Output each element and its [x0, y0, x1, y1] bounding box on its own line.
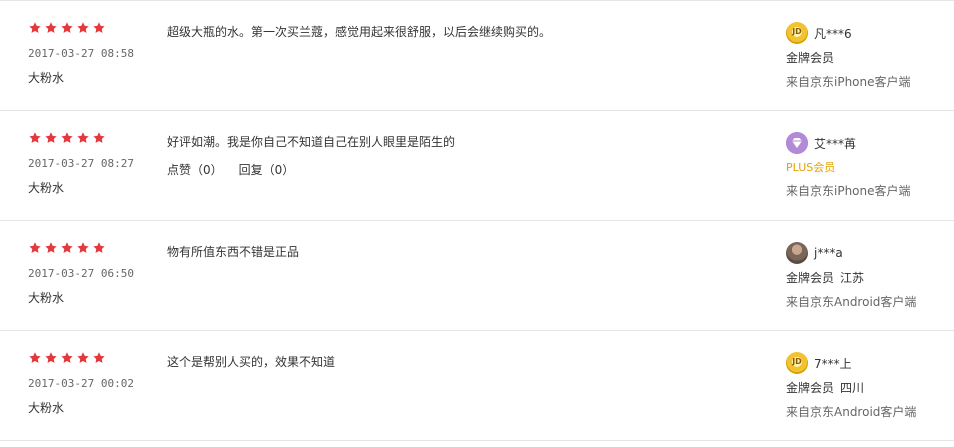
client-source: 来自京东iPhone客户端 — [786, 75, 911, 89]
review-date: 2017-03-27 08:27 — [28, 157, 134, 170]
star-icon — [61, 132, 73, 143]
reviewer-name[interactable]: 艾***苒 — [814, 135, 856, 152]
plus-diamond-icon[interactable] — [786, 132, 808, 154]
star-icon — [77, 242, 89, 253]
star-icon — [93, 242, 105, 253]
star-icon — [61, 352, 73, 363]
reviewer-info: 7***上金牌会员四川来自京东Android客户端 — [786, 351, 946, 420]
star-icon — [61, 242, 73, 253]
star-icon — [29, 352, 41, 363]
review-date: 2017-03-27 00:02 — [28, 377, 134, 390]
reviewer-region: 四川 — [840, 381, 865, 395]
star-icon — [29, 22, 41, 33]
star-rating — [28, 241, 106, 255]
review-item: 2017-03-27 08:58 大粉水 超级大瓶的水。第一次买兰蔻，感觉用起来很舒… — [0, 1, 954, 111]
reviewer-name[interactable]: 凡***6 — [814, 25, 852, 42]
review-actions: 点赞（0） 回复（0） — [167, 161, 294, 178]
reviewer-header: 艾***苒 — [786, 131, 946, 155]
review-item: 2017-03-27 06:50 大粉水 物有所值东西不错是正品 j***a 金牌会员江… — [0, 221, 954, 331]
star-icon — [45, 132, 57, 143]
member-level-label: 金牌会员 — [786, 381, 835, 395]
client-source: 来自京东iPhone客户端 — [786, 184, 911, 198]
star-icon — [61, 22, 73, 33]
star-icon — [93, 352, 105, 363]
member-level-label: PLUS会员 — [786, 161, 836, 174]
review-item: 2017-03-27 08:27 大粉水 好评如潮。我是你自己不知道自己在别人眼里是… — [0, 111, 954, 221]
review-date: 2017-03-27 08:58 — [28, 47, 134, 60]
member-level: 金牌会员 — [786, 49, 946, 66]
star-icon — [77, 22, 89, 33]
reviewer-name[interactable]: 7***上 — [814, 355, 852, 372]
member-level-label: 金牌会员 — [786, 51, 835, 65]
like-button[interactable]: 点赞（0） — [167, 161, 223, 178]
jd-gold-member-icon[interactable] — [786, 352, 808, 374]
reviewer-name[interactable]: j***a — [814, 246, 843, 260]
reviewer-header: j***a — [786, 241, 946, 265]
jd-gold-member-icon[interactable] — [786, 22, 808, 44]
reviewer-header: 7***上 — [786, 351, 946, 375]
member-level: 金牌会员 四川 — [786, 379, 946, 396]
member-level: 金牌会员 江苏 — [786, 269, 946, 286]
reviewer-info: 艾***苒 PLUS会员来自京东iPhone客户端 — [786, 131, 946, 199]
member-level: PLUS会员 — [786, 159, 946, 175]
client-source: 来自京东Android客户端 — [786, 295, 917, 309]
review-list: 2017-03-27 08:58 大粉水 超级大瓶的水。第一次买兰蔻，感觉用起来很舒… — [0, 0, 954, 447]
reviewer-region: 江苏 — [840, 271, 865, 285]
review-date: 2017-03-27 06:50 — [28, 267, 134, 280]
review-content: 超级大瓶的水。第一次买兰蔻，感觉用起来很舒服，以后会继续购买的。 — [167, 25, 552, 39]
client-source: 来自京东Android客户端 — [786, 405, 917, 419]
product-variant: 大粉水 — [28, 71, 65, 85]
review-item: 2017-03-27 00:02 大粉水 这个是帮别人买的，效果不知道 7***上金牌… — [0, 331, 954, 441]
star-rating — [28, 131, 106, 145]
reviewer-info: 凡***6 金牌会员来自京东iPhone客户端 — [786, 21, 946, 90]
star-icon — [45, 242, 57, 253]
review-content: 物有所值东西不错是正品 — [167, 245, 300, 259]
star-icon — [45, 352, 57, 363]
review-content: 好评如潮。我是你自己不知道自己在别人眼里是陌生的 — [167, 135, 456, 149]
star-icon — [77, 352, 89, 363]
product-variant: 大粉水 — [28, 401, 65, 415]
member-level-label: 金牌会员 — [786, 271, 835, 285]
reply-button[interactable]: 回复（0） — [239, 161, 295, 178]
star-icon — [29, 242, 41, 253]
user-photo-avatar[interactable] — [786, 242, 808, 264]
star-rating — [28, 21, 106, 35]
star-icon — [93, 132, 105, 143]
star-icon — [29, 132, 41, 143]
star-icon — [77, 132, 89, 143]
reviewer-header: 凡***6 — [786, 21, 946, 45]
star-icon — [45, 22, 57, 33]
review-content: 这个是帮别人买的，效果不知道 — [167, 355, 336, 369]
star-icon — [93, 22, 105, 33]
product-variant: 大粉水 — [28, 291, 65, 305]
reviewer-info: j***a 金牌会员 江苏 来自京东Android客户端 — [786, 241, 946, 310]
product-variant: 大粉水 — [28, 181, 65, 195]
star-rating — [28, 351, 106, 365]
